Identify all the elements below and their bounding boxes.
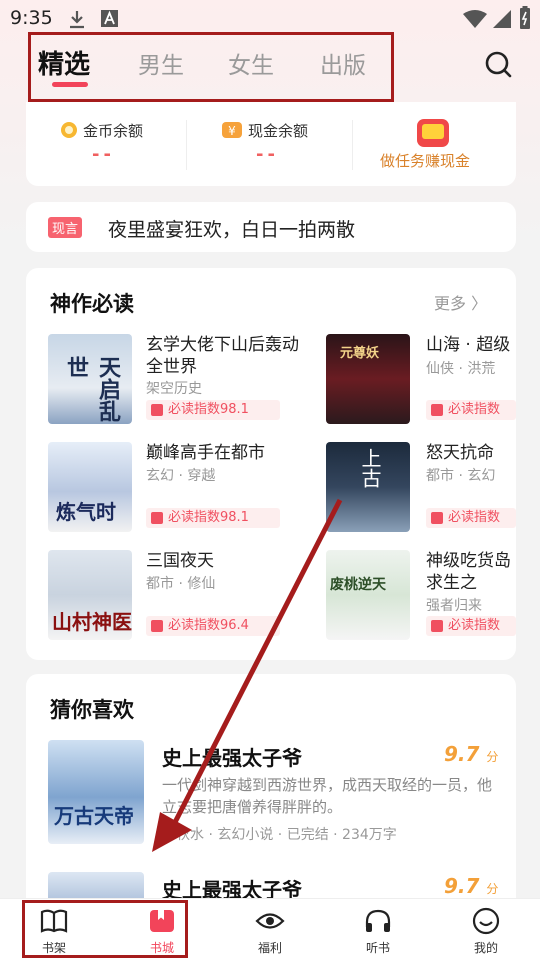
signal-icon	[493, 10, 511, 28]
promo-banner[interactable]: 现言 夜里盛宴狂欢，白日一拍两散	[26, 202, 516, 252]
headphones-icon	[365, 909, 391, 932]
book-title[interactable]: 山海 · 超级	[426, 334, 516, 356]
cash-balance-label: 现金余额	[248, 122, 309, 140]
book-cover[interactable]: 废桃逆天	[326, 550, 410, 640]
book-meta: 架空历史	[146, 381, 202, 397]
nav-label: 听书	[365, 941, 390, 955]
earn-cash-task-button[interactable]: 做任务赚现金	[380, 150, 470, 171]
cover-title: 上古	[358, 448, 382, 488]
smile-icon	[472, 907, 500, 935]
must-read-index: 必读指数98.1	[146, 400, 280, 420]
book-title[interactable]: 怒天抗命	[426, 442, 516, 464]
book-title[interactable]: 史上最强太子爷	[162, 742, 302, 771]
cover-title: 废桃逆天	[330, 577, 386, 593]
must-read-index: 必读指数	[426, 616, 516, 636]
must-read-index: 必读指数	[426, 400, 516, 420]
rating-value: 9.7	[444, 742, 480, 766]
book-description: 一代剑神穿越到西游世界，成西天取经的一员，他立志要把唐僧养得胖胖的。	[162, 776, 493, 816]
rating-unit: 分	[486, 750, 499, 764]
genre-tag: 现言	[48, 217, 83, 238]
guess-you-like-section: 猜你喜欢 万古天帝 史上最强太子爷 9.7 分 一代剑神穿越到西游世界，成西天取…	[26, 674, 516, 912]
svg-text:¥: ¥	[228, 124, 236, 138]
book-cover[interactable]: 炼气时	[48, 442, 132, 532]
book-cover[interactable]: 天启乱世	[48, 334, 132, 424]
must-read-section: 神作必读 更多 〉 天启乱世 玄学大佬下山后轰动全世界 架空历史 必读指数98.…	[26, 268, 516, 660]
cover-title: 炼气时	[56, 500, 116, 524]
divider	[352, 120, 353, 170]
nav-label: 福利	[257, 941, 282, 955]
section-title: 神作必读	[50, 292, 134, 316]
nav-label: 我的	[473, 941, 498, 955]
book-title[interactable]: 玄学大佬下山后轰动全世界	[146, 334, 306, 378]
annotation-box-tabs	[28, 32, 394, 102]
book-cover[interactable]: 万古天帝	[48, 740, 144, 844]
book-cover[interactable]: 上古	[326, 442, 410, 532]
cash-icon: ¥	[222, 122, 242, 138]
nav-audiobooks[interactable]: 听书	[338, 899, 418, 961]
promo-title: 夜里盛宴狂欢，白日一拍两散	[108, 219, 356, 241]
download-icon	[70, 11, 84, 29]
nav-profile[interactable]: 我的	[446, 899, 526, 961]
battery-icon	[520, 6, 530, 29]
cover-title: 万古天帝	[54, 804, 134, 828]
cover-title: 天启乱世	[63, 356, 121, 422]
book-cover[interactable]: 元尊妖	[326, 334, 410, 424]
section-title: 猜你喜欢	[50, 698, 134, 722]
rating: 9.7 分	[444, 874, 498, 898]
a-icon	[101, 10, 118, 27]
wallet-card: 金币余额 -- ¥ 现金余额 -- 做任务赚现金	[26, 102, 516, 186]
coin-balance-value: --	[92, 144, 115, 165]
coin-balance-label: 金币余额	[83, 122, 144, 140]
book-cover[interactable]: 山村神医	[48, 550, 132, 640]
rating-unit: 分	[486, 882, 499, 896]
book-meta: 强者归来	[426, 598, 482, 614]
wifi-icon	[463, 10, 487, 28]
annotation-box-bottom-tabs	[22, 900, 188, 958]
book-meta: 都市 · 玄幻	[426, 468, 496, 484]
book-title[interactable]: 神级吃货岛求生之	[426, 550, 516, 594]
rating: 9.7 分	[444, 742, 498, 766]
book-title[interactable]: 巅峰高手在都市	[146, 442, 306, 464]
book-title[interactable]: 三国夜天	[146, 550, 306, 572]
rating-value: 9.7	[444, 874, 480, 898]
search-icon[interactable]	[484, 50, 514, 80]
cash-balance-value: --	[256, 144, 279, 165]
red-envelope-icon[interactable]	[415, 116, 451, 150]
must-read-index: 必读指数	[426, 508, 516, 528]
status-time: 9:35	[10, 7, 53, 29]
book-meta: 仙侠 · 洪荒	[426, 361, 496, 377]
divider	[186, 120, 187, 170]
book-meta: 刀秋水 · 玄幻小说 · 已完结 · 234万字	[162, 827, 397, 843]
nav-benefits[interactable]: 福利	[230, 899, 310, 961]
must-read-index: 必读指数98.1	[146, 508, 280, 528]
cover-title: 元尊妖	[340, 346, 380, 361]
eye-icon	[255, 913, 285, 929]
book-meta: 都市 · 修仙	[146, 576, 216, 592]
coin-icon	[61, 122, 77, 138]
book-meta: 玄幻 · 穿越	[146, 468, 216, 484]
must-read-index: 必读指数96.4	[146, 616, 280, 636]
cover-title: 山村神医	[52, 610, 132, 634]
status-bar: 9:35	[0, 0, 540, 36]
more-link[interactable]: 更多 〉	[434, 290, 487, 314]
